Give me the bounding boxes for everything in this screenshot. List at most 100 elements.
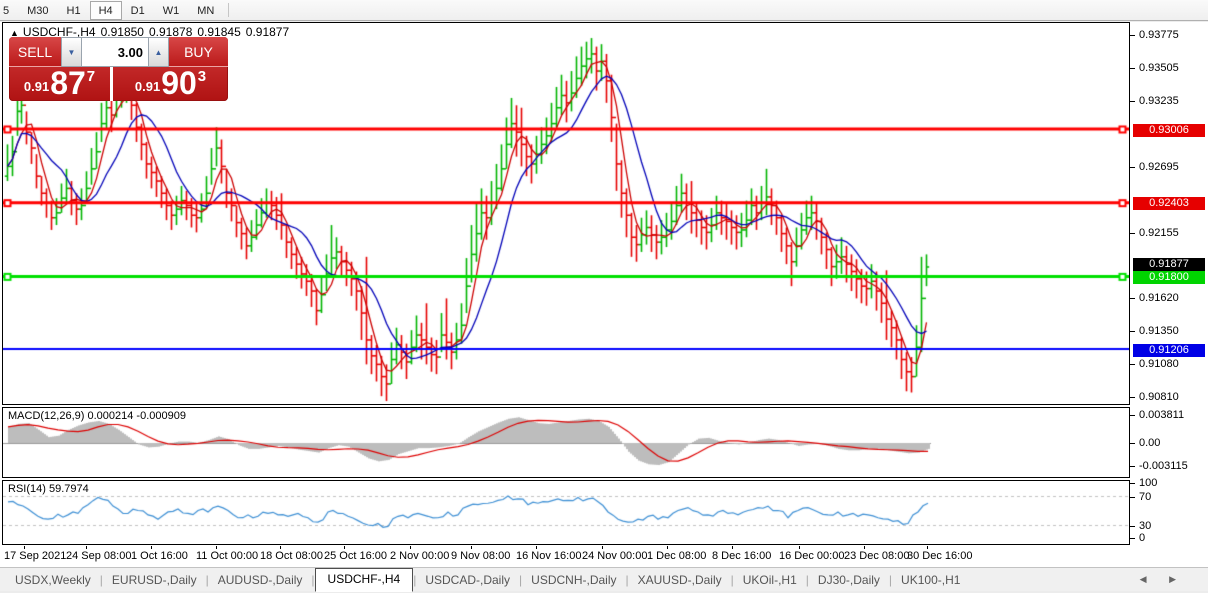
time-tick [86,546,87,549]
time-label: 18 Oct 08:00 [260,550,323,562]
rsi-tick-label-tick [1130,497,1135,498]
price-pane: ▲ USDCHF-,H4 0.91850 0.91878 0.91845 0.91877 … [2,22,1130,405]
time-tick [602,546,603,549]
time-label: 24 Sep 08:00 [66,550,132,562]
timeframe-toolbar: 5 M30 H1 H4 D1 W1 MN [0,0,1208,21]
rsi-tick-label: 30 [1139,520,1152,532]
price-tick-label: 0.93775 [1139,29,1179,41]
time-axis[interactable]: 17 Sep 2021 24 Sep 08:00 1 Oct 16:00 11 Oct… [2,546,1130,566]
sell-price-prefix: 0.91 [23,79,50,94]
chart-tab-audusd-daily[interactable]: AUDUSD-,Daily [209,570,312,591]
buy-button[interactable]: BUY [169,37,228,67]
price-tick-label: 0.90810 [1139,391,1179,403]
timeframe-button-h1[interactable]: H1 [58,1,90,20]
time-label: 2 Nov 00:00 [390,550,450,562]
price-badge-0.92403: 0.92403 [1133,196,1205,210]
macd-tick-label-tick [1130,415,1135,416]
time-tick [799,546,800,549]
time-tick [536,546,537,549]
price-tick-label: 0.91620 [1139,292,1179,304]
price-tick-label: 0.93505 [1139,62,1179,74]
chart-tab-usdchf-h4[interactable]: USDCHF-,H4 [314,568,414,592]
timeframe-button-mn[interactable]: MN [188,1,223,20]
chart-tab-usdx-weekly[interactable]: USDX,Weekly [6,570,100,591]
time-tick [667,546,668,549]
price-tick-label-tick [1130,68,1135,69]
price-tick-label-tick [1130,298,1135,299]
macd-tick-label: 0.003811 [1139,409,1185,421]
buy-price-big: 90 [161,65,197,101]
timeframe-button-w1[interactable]: W1 [154,1,189,20]
toolbar-separator [228,3,230,17]
price-tick-label-tick [1130,233,1135,234]
timeframe-button-h4[interactable]: H4 [89,0,122,20]
trading-terminal: 5 M30 H1 H4 D1 W1 MN ▲ USDCHF-,H4 0.91850 0.91878… [0,0,1208,593]
time-label: 17 Sep 2021 [4,550,67,562]
time-label: 8 Dec 16:00 [712,550,772,562]
time-label: 25 Oct 16:00 [324,550,387,562]
sell-price-big: 87 [50,65,86,101]
rsi-tick-label-tick [1130,483,1135,484]
sell-price-display[interactable]: 0.91 87 7 [9,67,113,101]
rsi-tick-label: 100 [1139,477,1158,489]
close-value: 0.91877 [245,25,290,39]
price-tick-label-tick [1130,331,1135,332]
chart-tab-dj30-daily[interactable]: DJ30-,Daily [809,570,889,591]
time-tick [24,546,25,549]
sell-button[interactable]: SELL [9,37,61,67]
timeframe-button-d1[interactable]: D1 [122,1,154,20]
time-label: 23 Dec 08:00 [844,550,910,562]
time-tick [864,546,865,549]
time-label: 16 Dec 00:00 [779,550,845,562]
volume-increase-button[interactable]: ▲ [148,37,169,67]
rsi-tick-label-tick [1130,538,1135,539]
rsi-label: RSI(14) 59.7974 [8,483,89,495]
chart-tab-usdcnh-daily[interactable]: USDCNH-,Daily [522,570,625,591]
time-label: 11 Oct 00:00 [196,550,259,562]
rsi-canvas[interactable] [3,481,1129,544]
chart-tab-ukoil-h1[interactable]: UKOil-,H1 [734,570,806,591]
time-tick [927,546,928,549]
time-label: 9 Nov 08:00 [451,550,511,562]
volume-input[interactable] [82,37,148,67]
rsi-tick-label: 70 [1139,491,1152,503]
chart-tab-usdcad-daily[interactable]: USDCAD-,Daily [416,570,519,591]
time-tick [280,546,281,549]
buy-price-display[interactable]: 0.91 90 3 [113,67,228,101]
chart-tab-xauusd-daily[interactable]: XAUUSD-,Daily [629,570,731,591]
rsi-tick-label: 0 [1139,532,1146,544]
time-label: 30 Dec 16:00 [907,550,973,562]
timeframe-button-5[interactable]: 5 [0,1,18,20]
price-tick-label-tick [1130,167,1135,168]
one-click-trade-panel: SELL ▼ ▲ BUY 0.91877 0.91903 [9,37,228,101]
time-tick [151,546,152,549]
tab-scroll-arrows[interactable]: ◀ ▶ [1140,574,1186,585]
price-tick-label: 0.93235 [1139,95,1179,107]
price-axis[interactable]: 0.93775 0.93505 0.93235 0.92695 0.92155 0.916… [1130,22,1208,567]
price-tick-label-tick [1130,364,1135,365]
time-tick [471,546,472,549]
price-badge-0.91206: 0.91206 [1133,343,1205,357]
price-tick-label: 0.92155 [1139,227,1179,239]
rsi-tick-label-tick [1130,526,1135,527]
price-badge-0.91877: 0.91877 [1133,257,1205,271]
time-label: 1 Dec 08:00 [647,550,707,562]
chart-tab-uk100-h1[interactable]: UK100-,H1 [892,570,969,591]
volume-decrease-button[interactable]: ▼ [61,37,82,67]
rsi-pane: RSI(14) 59.7974 [2,480,1130,545]
time-label: 1 Oct 16:00 [131,550,188,562]
chart-tab-bar: USDX,Weekly | EURUSD-,Daily | AUDUSD-,Daily |… [0,567,1208,592]
buy-price-prefix: 0.91 [134,79,161,94]
time-tick [216,546,217,549]
price-badge-0.93006: 0.93006 [1133,123,1205,137]
macd-tick-label-tick [1130,443,1135,444]
price-tick-label-tick [1130,101,1135,102]
time-tick [344,546,345,549]
macd-label: MACD(12,26,9) 0.000214 -0.000909 [8,410,186,422]
chart-window: ▲ USDCHF-,H4 0.91850 0.91878 0.91845 0.91877 … [0,22,1208,567]
timeframe-button-m30[interactable]: M30 [18,1,57,20]
chart-tab-eurusd-daily[interactable]: EURUSD-,Daily [103,570,206,591]
macd-tick-label-tick [1130,466,1135,467]
price-tick-label: 0.92695 [1139,161,1179,173]
sell-price-sup: 7 [86,68,96,85]
